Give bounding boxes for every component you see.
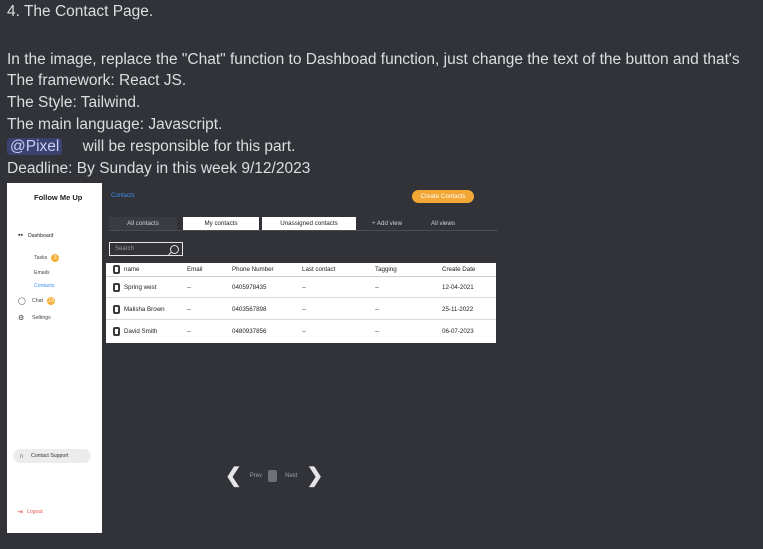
- sidebar-item-chat[interactable]: ◯ Chat 19: [18, 297, 55, 305]
- chevron-left-icon[interactable]: ❮: [225, 466, 242, 486]
- message-line-language: The main language: Javascript.: [7, 116, 223, 133]
- sidebar-item-label: Chat: [32, 298, 43, 304]
- row-checkbox[interactable]: [113, 282, 120, 292]
- contact-name: Spring west: [124, 283, 157, 291]
- attached-screenshot[interactable]: Follow Me Up ▪▪ Dashboard Tasks 3 Emails…: [7, 183, 498, 534]
- row-tagging-cell: --: [375, 283, 380, 291]
- gear-icon: ⚙: [18, 315, 25, 322]
- sidebar-item-label: Tasks: [34, 255, 48, 261]
- row-phone-cell: 0403567898: [232, 305, 267, 313]
- chat-count-badge: 19: [46, 297, 55, 305]
- support-label: Contact Support: [31, 453, 69, 459]
- row-create-date-cell: 12-04-2021: [442, 283, 474, 291]
- message-line-deadline: Deadline: By Sunday in this week 9/12/20…: [7, 160, 311, 177]
- tab-unassigned-contacts[interactable]: Unassigned contacts: [262, 217, 356, 230]
- search-icon: [170, 245, 179, 254]
- responsible-text: will be responsible for this part.: [82, 138, 296, 155]
- grid-icon: ▪▪: [18, 232, 23, 239]
- column-header-last-contact[interactable]: Last contact: [302, 263, 335, 276]
- row-last-contact-cell: --: [302, 283, 307, 291]
- column-header-name[interactable]: name: [113, 263, 139, 276]
- row-create-date-cell: 25-11-2022: [442, 305, 474, 313]
- brand-title: Follow Me Up: [34, 193, 83, 202]
- contacts-table: name Email Phone Number Last contact Tag…: [106, 263, 496, 343]
- row-phone-cell: 0480937856: [232, 328, 267, 335]
- table-row[interactable]: Malisha Brown -- 0403567898 -- -- 25-11-…: [106, 299, 496, 320]
- row-checkbox[interactable]: [113, 327, 120, 336]
- chat-bubble-icon: ◯: [18, 298, 26, 305]
- sidebar-item-contacts[interactable]: Contacts: [34, 283, 54, 289]
- search-input[interactable]: Search: [109, 242, 183, 256]
- logout-label: Logout: [27, 509, 43, 515]
- row-tagging-cell: --: [375, 305, 380, 313]
- column-header-tagging[interactable]: Tagging: [375, 263, 397, 276]
- prev-button[interactable]: Prev: [250, 473, 262, 479]
- row-email-cell: --: [187, 328, 192, 335]
- message-line-instruction: In the image, replace the "Chat" functio…: [7, 51, 740, 68]
- column-header-create-date[interactable]: Create Date: [442, 263, 475, 276]
- tabs-divider: [109, 230, 498, 231]
- table-header-row: name Email Phone Number Last contact Tag…: [106, 263, 496, 277]
- sidebar-item-settings[interactable]: ⚙ Settings: [18, 314, 51, 322]
- row-last-contact-cell: --: [302, 328, 307, 335]
- message-line-style: The Style: Tailwind.: [7, 94, 141, 111]
- sidebar-item-label: Dashboard: [28, 232, 54, 239]
- tab-my-contacts[interactable]: My contacts: [183, 217, 259, 230]
- tasks-count-badge: 3: [51, 254, 60, 262]
- next-button[interactable]: Next: [285, 473, 297, 479]
- tab-add-view[interactable]: + Add view: [362, 217, 412, 230]
- chevron-right-icon[interactable]: ❯: [306, 466, 323, 486]
- message-line-responsible: @Pixel will be responsible for this part…: [7, 136, 295, 158]
- row-create-date-cell: 06-07-2023: [442, 328, 474, 335]
- column-header-label: name: [124, 266, 140, 273]
- headset-icon: ∩: [19, 452, 25, 460]
- table-row[interactable]: Spring west -- 0405978435 -- -- 12-04-20…: [106, 277, 496, 298]
- row-name-cell: David Smith: [113, 321, 157, 342]
- logout-icon: ⇥: [17, 509, 23, 516]
- column-header-email[interactable]: Email: [187, 263, 202, 276]
- sidebar-item-tasks[interactable]: Tasks 3: [34, 254, 60, 262]
- contact-name: Malisha Brown: [124, 305, 165, 313]
- row-tagging-cell: --: [375, 328, 380, 335]
- tab-all-views[interactable]: All views: [421, 217, 465, 230]
- message-line-title: 4. The Contact Page.: [7, 3, 154, 20]
- row-phone-cell: 0405978435: [232, 283, 267, 291]
- contact-name: David Smith: [124, 328, 158, 335]
- sidebar-item-label: Settings: [32, 315, 51, 321]
- tab-all-contacts[interactable]: All contacts: [109, 217, 177, 230]
- sidebar-item-label: Contacts: [34, 283, 55, 289]
- logout-button[interactable]: ⇥ Logout: [17, 508, 43, 516]
- column-header-phone[interactable]: Phone Number: [232, 263, 274, 276]
- user-mention[interactable]: @Pixel: [7, 138, 63, 155]
- page-number[interactable]: [268, 470, 278, 482]
- pagination: ❮ Prev Next ❯: [225, 466, 323, 486]
- search-placeholder: Search: [115, 246, 135, 252]
- sidebar: Follow Me Up ▪▪ Dashboard Tasks 3 Emails…: [7, 183, 102, 533]
- row-checkbox[interactable]: [113, 304, 120, 314]
- table-row[interactable]: David Smith -- 0480937856 -- -- 06-07-20…: [106, 321, 496, 342]
- row-email-cell: --: [187, 283, 192, 291]
- row-name-cell: Spring west: [113, 277, 156, 297]
- message-line-framework: The framework: React JS.: [7, 72, 187, 89]
- contact-support-button[interactable]: ∩ Contact Support: [13, 449, 91, 463]
- row-name-cell: Malisha Brown: [113, 299, 165, 319]
- row-email-cell: --: [187, 305, 192, 313]
- breadcrumb[interactable]: Contacts: [111, 193, 135, 199]
- select-all-checkbox[interactable]: [113, 265, 120, 274]
- sidebar-item-emails[interactable]: Emails: [34, 270, 50, 276]
- row-last-contact-cell: --: [302, 305, 307, 313]
- sidebar-item-dashboard[interactable]: ▪▪ Dashboard: [18, 232, 53, 239]
- create-contacts-button[interactable]: Create Contacts: [412, 190, 474, 203]
- sidebar-item-label: Emails: [34, 270, 50, 276]
